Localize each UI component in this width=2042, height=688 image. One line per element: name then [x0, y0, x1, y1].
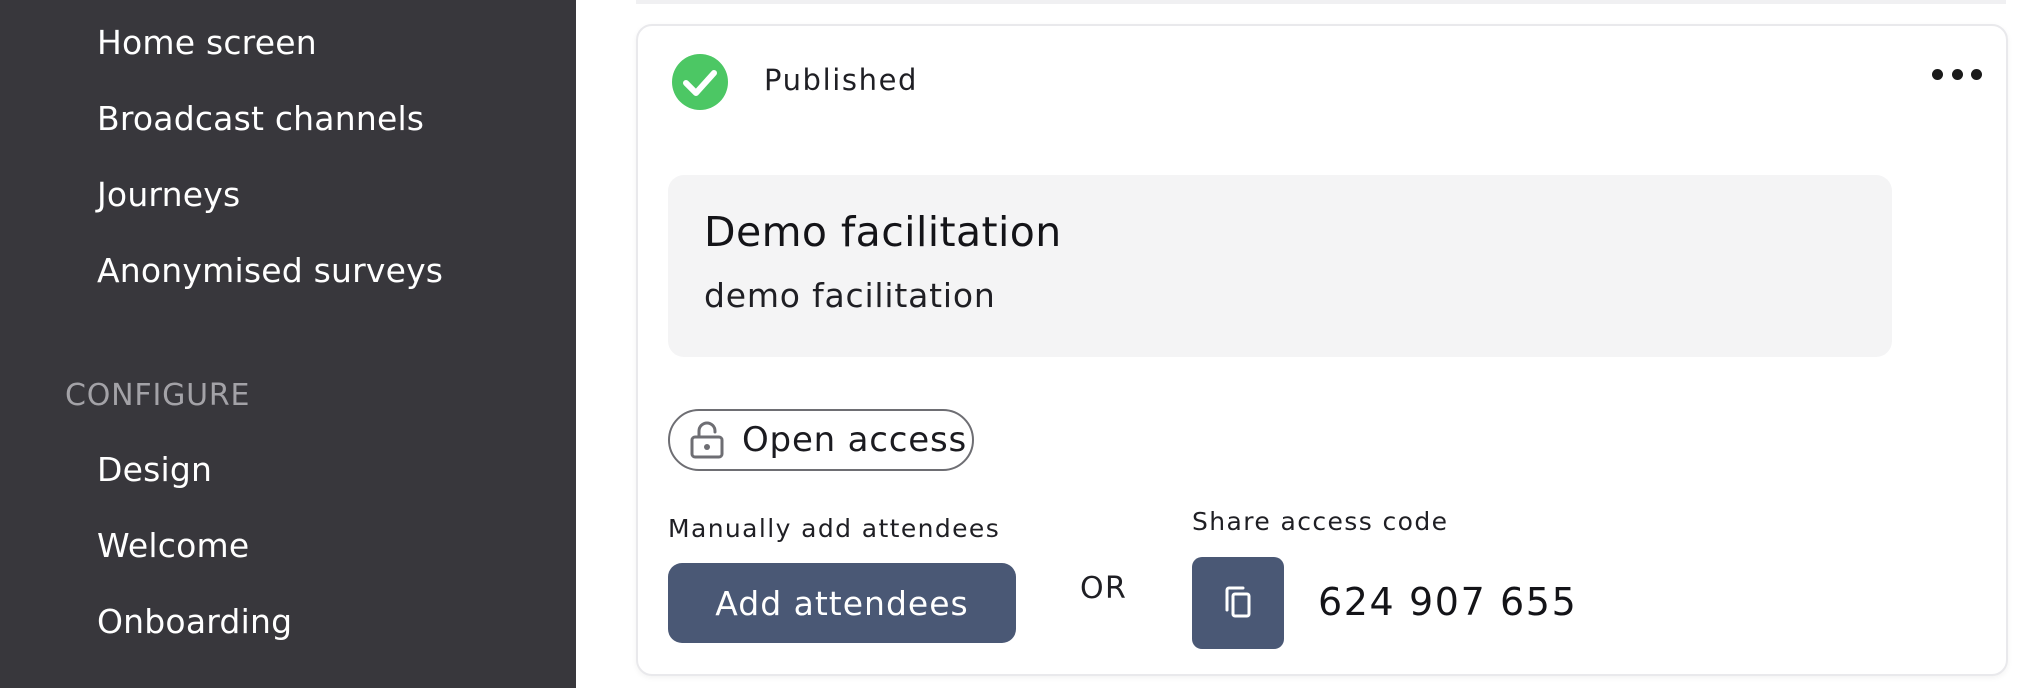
event-title: Demo facilitation — [704, 208, 1062, 256]
status-label: Published — [764, 63, 919, 97]
add-attendees-button[interactable]: Add attendees — [668, 563, 1016, 643]
copy-icon — [1225, 586, 1251, 618]
open-access-label: Open access — [742, 420, 967, 460]
unlocked-padlock-icon — [690, 421, 724, 459]
sidebar-item-broadcast-channels[interactable]: Broadcast channels — [97, 97, 424, 141]
sidebar-item-journeys[interactable]: Journeys — [97, 173, 240, 217]
sidebar-item-welcome[interactable]: Welcome — [97, 524, 249, 568]
more-options-button[interactable] — [1932, 56, 1982, 92]
event-info-panel — [668, 175, 1892, 357]
sidebar-item-onboarding[interactable]: Onboarding — [97, 600, 292, 644]
event-description: demo facilitation — [704, 276, 996, 315]
share-code-label: Share access code — [1192, 507, 1449, 536]
open-access-pill[interactable]: Open access — [668, 409, 974, 471]
sidebar: Home screen Broadcast channels Journeys … — [0, 0, 576, 688]
access-code-value: 624 907 655 — [1318, 580, 1578, 624]
sidebar-item-design[interactable]: Design — [97, 448, 212, 492]
manual-add-label: Manually add attendees — [668, 514, 1001, 543]
sidebar-section-configure: CONFIGURE — [65, 378, 251, 413]
previous-card-edge — [636, 0, 2006, 4]
copy-code-button[interactable] — [1192, 557, 1284, 649]
dot-icon — [1951, 68, 1963, 80]
or-separator: OR — [1080, 571, 1128, 606]
dot-icon — [1971, 68, 1982, 80]
sidebar-item-anonymised-surveys[interactable]: Anonymised surveys — [97, 249, 443, 293]
sidebar-item-home-screen[interactable]: Home screen — [97, 21, 317, 65]
check-circle-icon — [672, 54, 728, 110]
dot-icon — [1932, 68, 1943, 80]
